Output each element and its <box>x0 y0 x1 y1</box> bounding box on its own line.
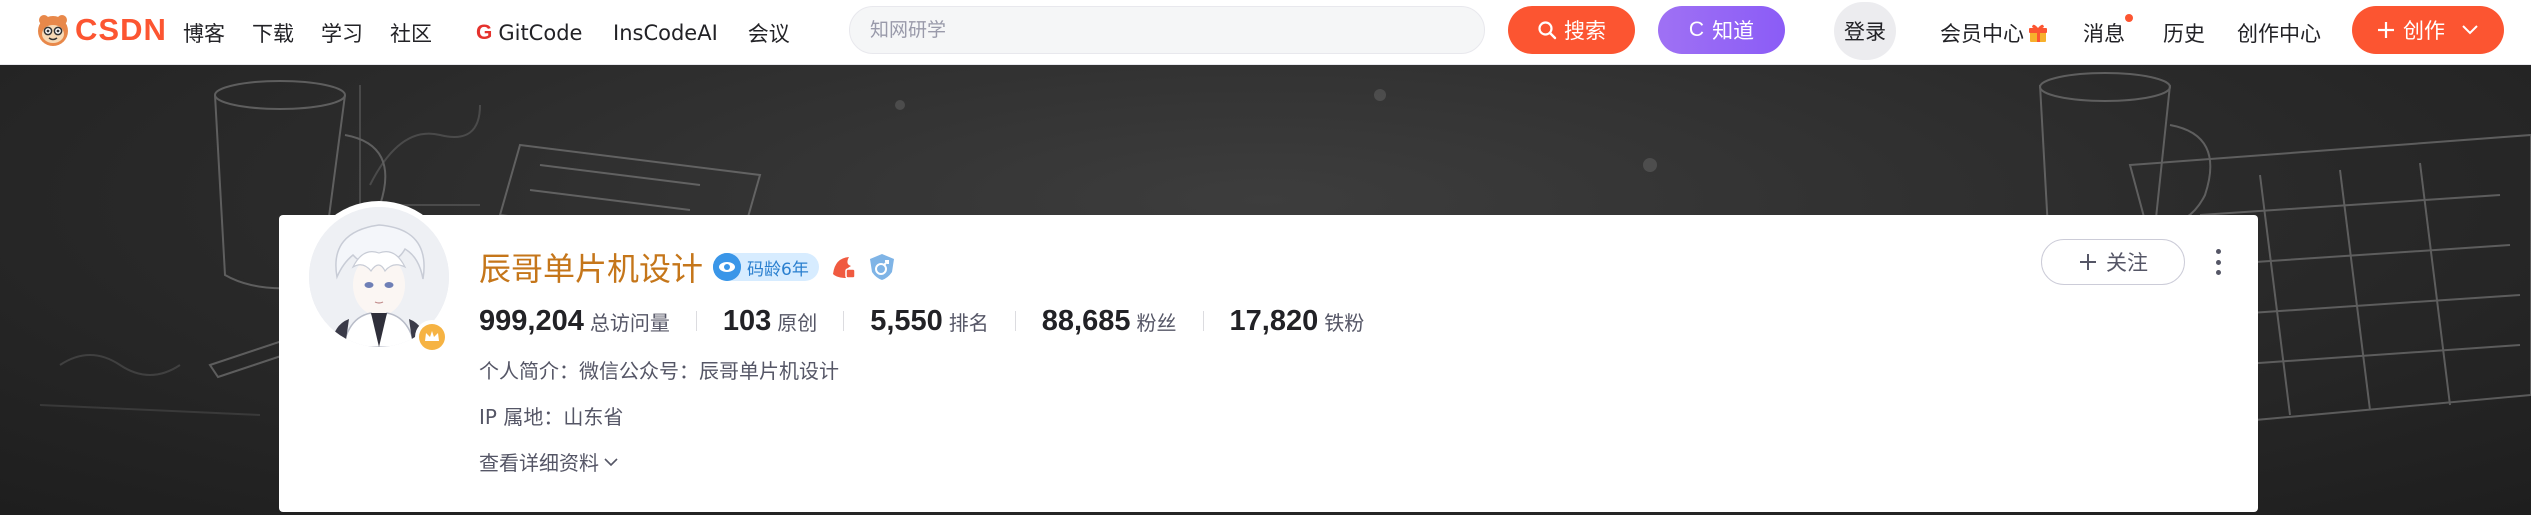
history-label: 历史 <box>2163 21 2205 46</box>
stat-label: 粉丝 <box>1136 310 1177 335</box>
gift-icon <box>2029 24 2047 42</box>
gitcode-label: GitCode <box>498 20 583 45</box>
stat-value: 88,685 <box>1041 304 1131 337</box>
csdn-mascot-icon <box>38 15 68 46</box>
nav-item-download[interactable]: 下载 <box>252 18 294 48</box>
stat-label: 排名 <box>948 310 989 335</box>
top-navbar: CSDN 博客 下载 学习 社区 G GitCode InsCodeAI 会议 … <box>0 0 2531 65</box>
main-nav: 博客 下载 学习 社区 <box>183 0 432 65</box>
stat-iron-fans: 17,820 铁粉 <box>1230 305 1365 338</box>
nav-messages[interactable]: 消息 <box>2083 0 2125 65</box>
create-label: 创作 <box>2403 19 2445 43</box>
search-input[interactable] <box>870 19 1484 41</box>
create-button[interactable]: 创作 <box>2352 6 2504 54</box>
vip-center-label: 会员中心 <box>1940 21 2024 46</box>
stat-total-visits: 999,204 总访问量 <box>479 305 670 338</box>
nav-creator-center[interactable]: 创作中心 <box>2237 0 2321 65</box>
nav-item-blog[interactable]: 博客 <box>183 18 225 48</box>
chevron-down-icon <box>2462 25 2478 35</box>
stat-label: 总访问量 <box>589 310 670 335</box>
nav-secondary: InsCodeAI 会议 <box>613 0 790 65</box>
zhidao-button[interactable]: C 知道 <box>1658 6 1785 54</box>
stat-fans[interactable]: 88,685 粉丝 <box>1042 305 1177 338</box>
message-dot-badge <box>2125 14 2133 22</box>
search-box[interactable] <box>849 6 1485 54</box>
search-button-label: 搜索 <box>1564 19 1606 43</box>
csdn-logo[interactable]: CSDN <box>34 10 167 50</box>
stat-value: 5,550 <box>870 304 943 337</box>
view-details-label: 查看详细资料 <box>479 451 599 475</box>
profile-ip-location: IP 属地：山东省 <box>479 405 624 429</box>
profile-card: 辰哥单片机设计 码龄6年 999,204 总访问量 103 原创 5,550 排… <box>279 201 2258 512</box>
nav-item-gitcode[interactable]: G GitCode <box>476 0 582 65</box>
follow-button[interactable]: 关注 <box>2041 239 2185 285</box>
nav-item-community[interactable]: 社区 <box>390 18 432 48</box>
blog-expert-badge-icon <box>832 257 856 279</box>
plus-icon <box>2080 254 2096 270</box>
stat-value: 999,204 <box>479 304 584 337</box>
stat-divider <box>1202 311 1204 331</box>
code-age-text: 码龄6年 <box>747 259 809 280</box>
profile-intro: 个人简介：微信公众号：辰哥单片机设计 <box>479 359 839 383</box>
view-details-link[interactable]: 查看详细资料 <box>479 447 619 476</box>
messages-label: 消息 <box>2083 21 2125 46</box>
crown-icon <box>415 320 449 354</box>
nav-item-inscodeai[interactable]: InsCodeAI <box>613 21 718 45</box>
plus-icon <box>2378 22 2394 38</box>
follow-label: 关注 <box>2106 251 2148 275</box>
stat-divider <box>843 311 845 331</box>
profile-name-row: 辰哥单片机设计 码龄6年 <box>479 245 897 289</box>
code-age-icon <box>713 253 742 281</box>
stat-value: 103 <box>722 304 772 337</box>
zhidao-c-icon: C <box>1688 18 1705 41</box>
creator-center-label: 创作中心 <box>2237 21 2321 46</box>
stat-label: 铁粉 <box>1324 310 1365 335</box>
nav-item-meeting[interactable]: 会议 <box>748 18 790 48</box>
stat-divider <box>695 311 697 331</box>
profile-name: 辰哥单片机设计 <box>479 250 704 288</box>
logo-text: CSDN <box>75 12 167 47</box>
profile-stats: 999,204 总访问量 103 原创 5,550 排名 88,685 粉丝 1… <box>479 301 1364 341</box>
code-age-badge: 码龄6年 <box>713 253 819 281</box>
gitcode-icon: G <box>476 20 493 44</box>
login-button[interactable]: 登录 <box>1834 2 1896 60</box>
search-icon <box>1538 21 1557 40</box>
stat-value: 17,820 <box>1229 304 1319 337</box>
nav-item-learn[interactable]: 学习 <box>321 18 363 48</box>
search-button[interactable]: 搜索 <box>1508 6 1635 54</box>
stat-label: 原创 <box>777 310 818 335</box>
more-icon[interactable] <box>2210 245 2226 279</box>
nav-history[interactable]: 历史 <box>2163 0 2205 65</box>
zhidao-label: 知道 <box>1712 19 1755 43</box>
stat-divider <box>1014 311 1016 331</box>
chevron-down-icon <box>604 457 618 466</box>
stat-original[interactable]: 103 原创 <box>723 305 817 338</box>
nav-vip-center[interactable]: 会员中心 <box>1940 0 2049 65</box>
stat-rank: 5,550 排名 <box>870 305 989 338</box>
shield-badge-icon <box>869 254 894 280</box>
